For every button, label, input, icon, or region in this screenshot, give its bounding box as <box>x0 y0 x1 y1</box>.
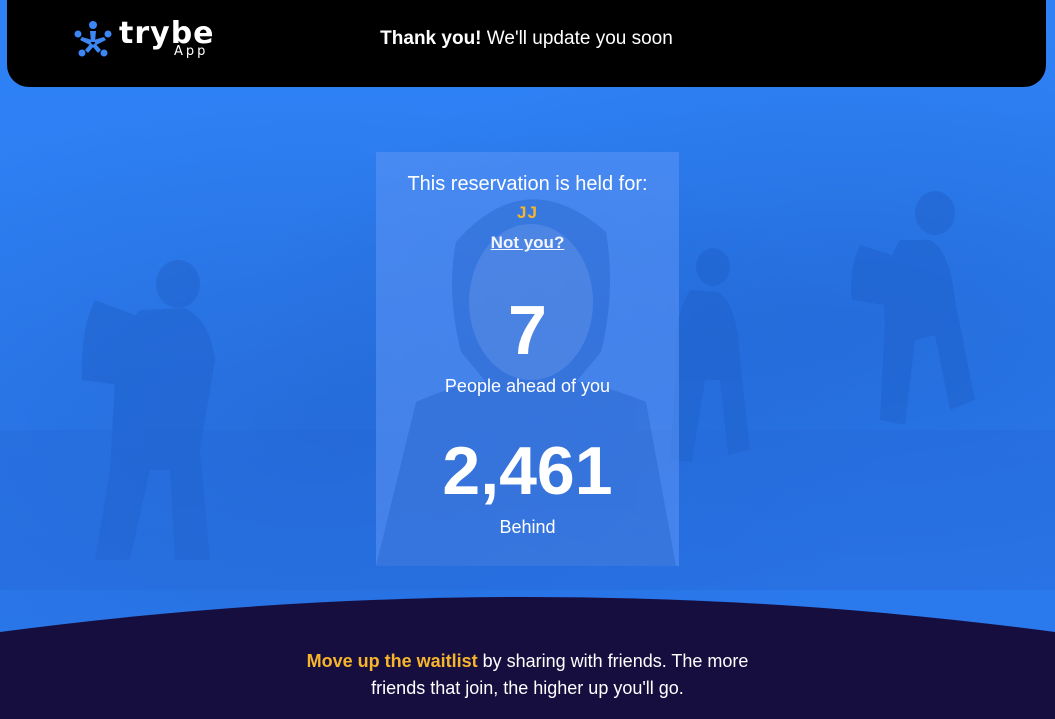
thank-you-message: Thank you! We'll update you soon <box>7 28 1046 50</box>
people-ahead-label: People ahead of you <box>444 376 611 396</box>
people-behind-count: 2,461 <box>442 433 613 509</box>
thank-you-bold: Thank you! <box>380 28 482 49</box>
header-bar: trybe App Thank you! We'll update you so… <box>7 0 1046 87</box>
people-ahead-count: 7 <box>508 291 547 369</box>
held-for-label: This reservation is held for: <box>407 173 648 195</box>
thank-you-rest: We'll update you soon <box>486 28 673 49</box>
share-line2: friends that join, the higher up you'll … <box>371 678 684 698</box>
not-you-link[interactable]: Not you? <box>376 233 679 253</box>
share-highlight: Move up the waitlist <box>306 651 478 671</box>
share-line1-rest: by sharing with friends. The more <box>482 651 749 671</box>
reservation-card: This reservation is held for: JJ Not you… <box>376 152 679 566</box>
holder-name: JJ <box>517 203 538 222</box>
share-message: Move up the waitlist by sharing with fri… <box>0 648 1055 702</box>
people-behind-label: Behind <box>499 517 556 537</box>
